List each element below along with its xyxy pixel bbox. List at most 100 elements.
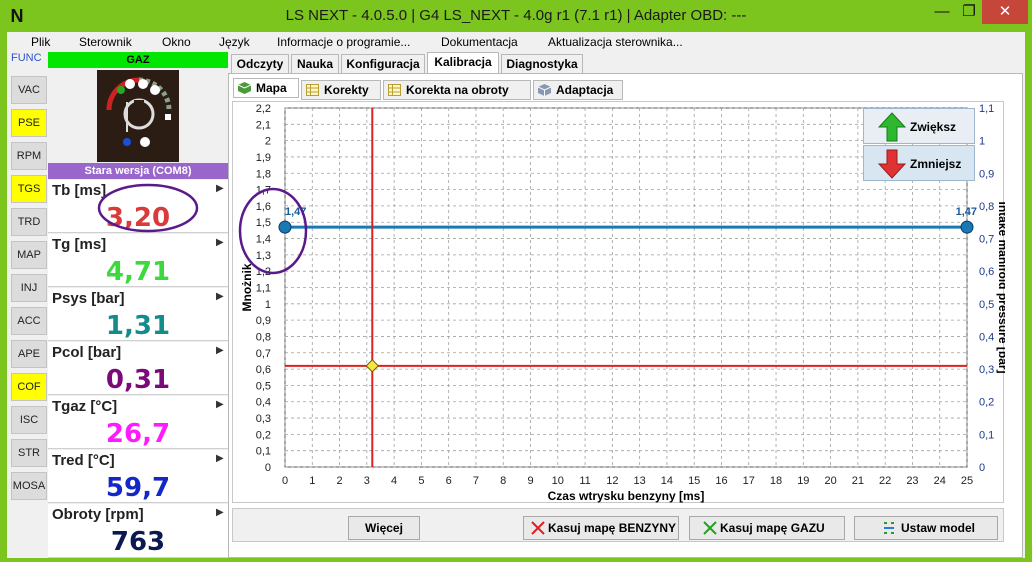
close-icon[interactable]: ✕ xyxy=(982,0,1028,24)
gauge-value: 0,31 xyxy=(105,365,171,395)
x-tick-label: 4 xyxy=(391,475,397,487)
strip-mosa[interactable]: MOSA xyxy=(11,472,47,500)
tab-kalibracja[interactable]: Kalibracja xyxy=(427,52,499,74)
strip-rpm[interactable]: RPM xyxy=(11,142,47,170)
x-tick-label: 10 xyxy=(552,475,564,487)
menu-informacje[interactable]: Informacje o programie... xyxy=(277,35,410,49)
gauge-label: Obroty [rpm] xyxy=(52,506,144,523)
x-green-icon xyxy=(703,521,717,535)
y2-tick-label: 0,7 xyxy=(979,234,994,246)
menu-plik[interactable]: Plik xyxy=(31,35,50,49)
y2-tick-label: 0,3 xyxy=(979,364,994,376)
clear-gas-label: Kasuj mapę GAZU xyxy=(720,521,825,535)
x-tick-label: 2 xyxy=(336,475,342,487)
x-tick-label: 23 xyxy=(906,475,918,487)
more-button[interactable]: Więcej xyxy=(348,516,420,540)
y2-tick-label: 0,4 xyxy=(979,331,994,343)
gauge-tg[interactable]: Tg [ms] ▶ 4,71 xyxy=(48,234,228,287)
y-tick-label: 0,2 xyxy=(256,429,271,441)
strip-str[interactable]: STR xyxy=(11,439,47,467)
clear-petrol-map-button[interactable]: Kasuj mapę BENZYNY xyxy=(523,516,679,540)
y-tick-label: 1,5 xyxy=(256,217,271,229)
strip-acc[interactable]: ACC xyxy=(11,307,47,335)
title-bar: N LS NEXT - 4.0.5.0 | G4 LS_NEXT - 4.0g … xyxy=(0,0,1032,32)
tab-diagnostyka[interactable]: Diagnostyka xyxy=(501,54,583,74)
menu-okno[interactable]: Okno xyxy=(162,35,191,49)
fuel-status-bar: GAZ xyxy=(48,52,228,68)
y-tick-label: 0,1 xyxy=(256,446,271,458)
y-tick-label: 0,4 xyxy=(256,397,271,409)
x-tick-label: 19 xyxy=(797,475,809,487)
gauge-psys[interactable]: Psys [bar] ▶ 1,31 xyxy=(48,288,228,341)
func-label: FUNC xyxy=(11,52,42,64)
menu-aktualizacja[interactable]: Aktualizacja sterownika... xyxy=(548,35,683,49)
strip-ape[interactable]: APE xyxy=(11,340,47,368)
app-window: N LS NEXT - 4.0.5.0 | G4 LS_NEXT - 4.0g … xyxy=(0,0,1032,562)
y-tick-label: 2,2 xyxy=(256,103,271,115)
gauge-tred[interactable]: Tred [°C] ▶ 59,7 xyxy=(48,450,228,503)
y-tick-label: 2,1 xyxy=(256,119,271,131)
x-tick-label: 20 xyxy=(824,475,836,487)
expand-arrow-icon[interactable]: ▶ xyxy=(216,399,224,410)
gauge-label: Pcol [bar] xyxy=(52,344,122,361)
x-tick-label: 14 xyxy=(661,475,673,487)
subtab-korekta-na-obroty[interactable]: Korekta na obroty xyxy=(383,80,531,100)
model-icon xyxy=(884,522,894,534)
data-point-label: 1,47 xyxy=(956,206,977,218)
x-tick-label: 12 xyxy=(606,475,618,487)
subtab-adaptacja[interactable]: Adaptacja xyxy=(533,80,623,100)
gauge-pcol[interactable]: Pcol [bar] ▶ 0,31 xyxy=(48,342,228,395)
subtab-korekty[interactable]: Korekty xyxy=(301,80,381,100)
strip-pse[interactable]: PSE xyxy=(11,109,47,137)
strip-inj[interactable]: INJ xyxy=(11,274,47,302)
minimize-icon[interactable]: — xyxy=(928,0,956,24)
x-tick-label: 3 xyxy=(364,475,370,487)
y-tick-label: 1,9 xyxy=(256,152,271,164)
strip-cof[interactable]: COF xyxy=(11,373,47,401)
tab-odczyty[interactable]: Odczyty xyxy=(231,54,289,74)
strip-map[interactable]: MAP xyxy=(11,241,47,269)
tab-nauka[interactable]: Nauka xyxy=(291,54,339,74)
expand-arrow-icon[interactable]: ▶ xyxy=(216,453,224,464)
decrease-label: Zmniejsz xyxy=(910,157,962,171)
expand-arrow-icon[interactable]: ▶ xyxy=(216,291,224,302)
expand-arrow-icon[interactable]: ▶ xyxy=(216,345,224,356)
map-cube-icon xyxy=(238,82,251,94)
set-model-button[interactable]: Ustaw model xyxy=(854,516,998,540)
x-axis-label: Czas wtrysku benzyny [ms] xyxy=(548,489,705,503)
set-model-label: Ustaw model xyxy=(901,521,976,535)
increase-button[interactable]: Zwiększ xyxy=(863,108,975,144)
data-point[interactable] xyxy=(278,220,292,234)
tab-konfiguracja[interactable]: Konfiguracja xyxy=(341,54,425,74)
x-tick-label: 15 xyxy=(688,475,700,487)
y2-tick-label: 0,9 xyxy=(979,168,994,180)
strip-isc[interactable]: ISC xyxy=(11,406,47,434)
x-tick-label: 17 xyxy=(743,475,755,487)
client-area: Plik Sterownik Okno Język Informacje o p… xyxy=(7,32,1025,558)
y-tick-label: 0,3 xyxy=(256,413,271,425)
gauge-label: Psys [bar] xyxy=(52,290,125,307)
strip-tgs[interactable]: TGS xyxy=(11,175,47,203)
y2-tick-label: 0,1 xyxy=(979,429,994,441)
cube-icon xyxy=(538,84,551,96)
menu-dokumentacja[interactable]: Dokumentacja xyxy=(441,35,518,49)
gauge-tb[interactable]: Tb [ms] ▶ 3,20 xyxy=(48,180,228,233)
y-tick-label: 0,8 xyxy=(256,331,271,343)
menu-jezyk[interactable]: Język xyxy=(219,35,250,49)
decrease-button[interactable]: Zmniejsz xyxy=(863,145,975,181)
subtab-mapa[interactable]: Mapa xyxy=(233,78,299,98)
y-tick-label: 1,6 xyxy=(256,201,271,213)
expand-arrow-icon[interactable]: ▶ xyxy=(216,507,224,518)
arrow-up-icon xyxy=(878,112,906,142)
expand-arrow-icon[interactable]: ▶ xyxy=(216,237,224,248)
y-tick-label: 0,6 xyxy=(256,364,271,376)
gauge-obroty[interactable]: Obroty [rpm] ▶ 763 xyxy=(48,504,228,558)
clear-gas-map-button[interactable]: Kasuj mapę GAZU xyxy=(689,516,845,540)
gauge-tgaz[interactable]: Tgaz [°C] ▶ 26,7 xyxy=(48,396,228,449)
expand-arrow-icon[interactable]: ▶ xyxy=(216,183,224,194)
strip-trd[interactable]: TRD xyxy=(11,208,47,236)
menu-sterownik[interactable]: Sterownik xyxy=(79,35,132,49)
strip-vac[interactable]: VAC xyxy=(11,76,47,104)
data-point[interactable] xyxy=(960,220,974,234)
maximize-icon[interactable]: ❐ xyxy=(956,0,982,24)
